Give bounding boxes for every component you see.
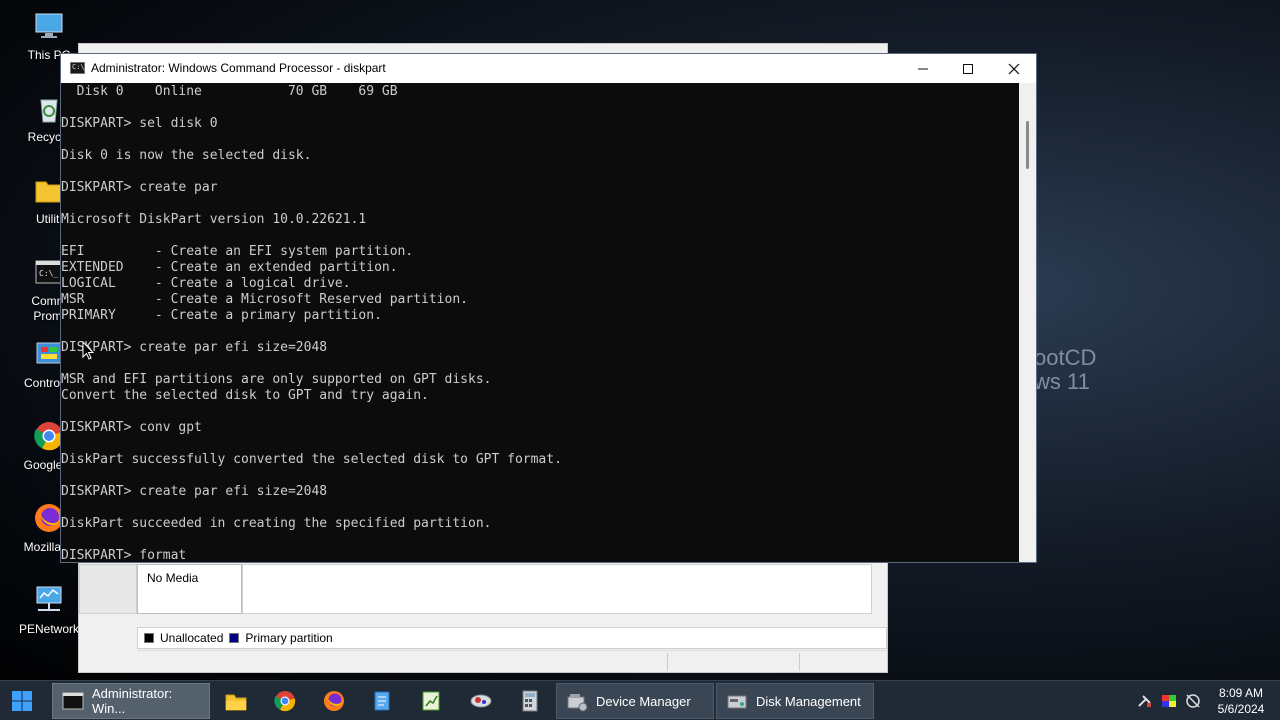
taskbar-pinned-firefox[interactable] — [322, 683, 346, 719]
console-line: MSR and EFI partitions are only supporte… — [61, 372, 492, 387]
chrome-icon — [274, 691, 296, 712]
legend: Unallocated Primary partition — [137, 627, 887, 649]
command-prompt-window[interactable]: Administrator: Windows Command Processor… — [60, 53, 1037, 563]
status-bar — [137, 650, 887, 672]
minimize-icon — [918, 68, 928, 69]
close-icon — [1008, 63, 1020, 74]
taskbar-item-label: Device Manager — [596, 693, 691, 709]
wallpaper-text: ootCD — [1034, 345, 1097, 370]
spreadsheet-icon — [422, 691, 440, 711]
taskbar-pinned-chrome[interactable] — [273, 683, 297, 719]
console-line: DiskPart successfully converted the sele… — [61, 452, 562, 467]
console-line: DISKPART> create par — [61, 180, 218, 195]
console-line: DISKPART> create par efi size=2048 — [61, 340, 328, 355]
command-prompt-icon — [62, 690, 84, 712]
console-line: Convert the selected disk to GPT and try… — [61, 388, 429, 403]
console-line: DiskPart succeeded in creating the speci… — [61, 516, 492, 531]
maximize-button[interactable] — [945, 54, 991, 83]
console-line: LOGICAL - Create a logical drive. — [61, 276, 351, 291]
start-button[interactable] — [10, 683, 34, 719]
wallpaper-text: ws 11 — [1034, 369, 1090, 394]
taskbar-pinned-spreadsheet[interactable] — [419, 683, 443, 719]
title-bar[interactable]: Administrator: Windows Command Processor… — [61, 54, 1036, 83]
taskbar-item-label: Disk Management — [756, 693, 861, 709]
network-tool-icon — [470, 694, 492, 708]
taskbar-pinned-calculator[interactable] — [518, 683, 542, 719]
window-title: Administrator: Windows Command Processor… — [91, 61, 386, 75]
disk-label-cell[interactable] — [79, 564, 137, 614]
taskbar-pinned-file-explorer[interactable] — [224, 683, 248, 719]
scrollbar-thumb[interactable] — [1026, 121, 1029, 169]
disk-management-icon — [726, 690, 748, 712]
status-separator — [799, 653, 800, 671]
legend-swatch-primary — [229, 633, 240, 643]
file-explorer-icon — [225, 694, 247, 711]
taskbar: Administrator: Win... Device Manager Dis… — [0, 680, 1280, 720]
console-line: PRIMARY - Create a primary partition. — [61, 308, 382, 323]
system-clock[interactable]: 8:09 AM 5/6/2024 — [1208, 685, 1274, 717]
console-line: EFI - Create an EFI system partition. — [61, 244, 414, 259]
vertical-scrollbar[interactable] — [1019, 83, 1036, 562]
taskbar-item-device-manager[interactable]: Device Manager — [556, 683, 714, 719]
taskbar-pinned-notepad[interactable] — [370, 683, 394, 719]
windows-start-icon — [12, 691, 32, 711]
legend-label-unallocated: Unallocated — [160, 631, 224, 645]
command-prompt-icon — [70, 62, 85, 74]
svg-text:C:\_: C:\_ — [39, 269, 58, 278]
maximize-icon — [963, 63, 973, 74]
console-line: DISKPART> conv gpt — [61, 420, 202, 435]
taskbar-pinned-network-tool[interactable] — [469, 683, 493, 719]
legend-label-primary: Primary partition — [245, 631, 333, 645]
disk-media-cell[interactable]: No Media — [137, 564, 242, 614]
status-separator — [667, 653, 668, 671]
network-icon — [33, 584, 65, 616]
tray-tools-icon[interactable] — [1137, 693, 1153, 709]
taskbar-item-label: Administrator: Win... — [92, 686, 173, 716]
console-line: EXTENDED - Create an extended partition. — [61, 260, 398, 275]
console-line: Disk 0 Online 70 GB 69 GB — [61, 84, 398, 99]
console-line: DISKPART> create par efi size=2048 — [61, 484, 328, 499]
device-manager-icon — [566, 690, 588, 712]
tray-network-icon[interactable] — [1185, 693, 1201, 709]
calculator-icon — [522, 690, 538, 712]
firefox-icon — [324, 691, 344, 711]
computer-icon — [33, 10, 65, 42]
close-button[interactable] — [991, 54, 1037, 83]
console-line: DISKPART> sel disk 0 — [61, 116, 218, 131]
no-media-text: No Media — [147, 571, 199, 585]
notepad-icon — [374, 691, 390, 711]
taskbar-item-disk-management[interactable]: Disk Management — [716, 683, 874, 719]
console-line: DISKPART> format — [61, 548, 187, 562]
disk-volume-area[interactable] — [242, 564, 872, 614]
console-line: MSR - Create a Microsoft Reserved partit… — [61, 292, 468, 307]
legend-swatch-unallocated — [144, 633, 154, 643]
console-line: Microsoft DiskPart version 10.0.22621.1 — [61, 212, 367, 227]
minimize-button[interactable] — [900, 54, 946, 83]
console-line: Disk 0 is now the selected disk. — [61, 148, 312, 163]
clock-time: 8:09 AM — [1218, 686, 1264, 700]
mouse-pointer-icon — [82, 341, 94, 360]
console-output[interactable]: Disk 0 Online 70 GB 69 GB DISKPART> sel d… — [61, 83, 1019, 562]
clock-date: 5/6/2024 — [1217, 702, 1265, 716]
taskbar-item-command-prompt[interactable]: Administrator: Win... — [52, 683, 210, 719]
tray-display-icon[interactable] — [1161, 693, 1177, 709]
